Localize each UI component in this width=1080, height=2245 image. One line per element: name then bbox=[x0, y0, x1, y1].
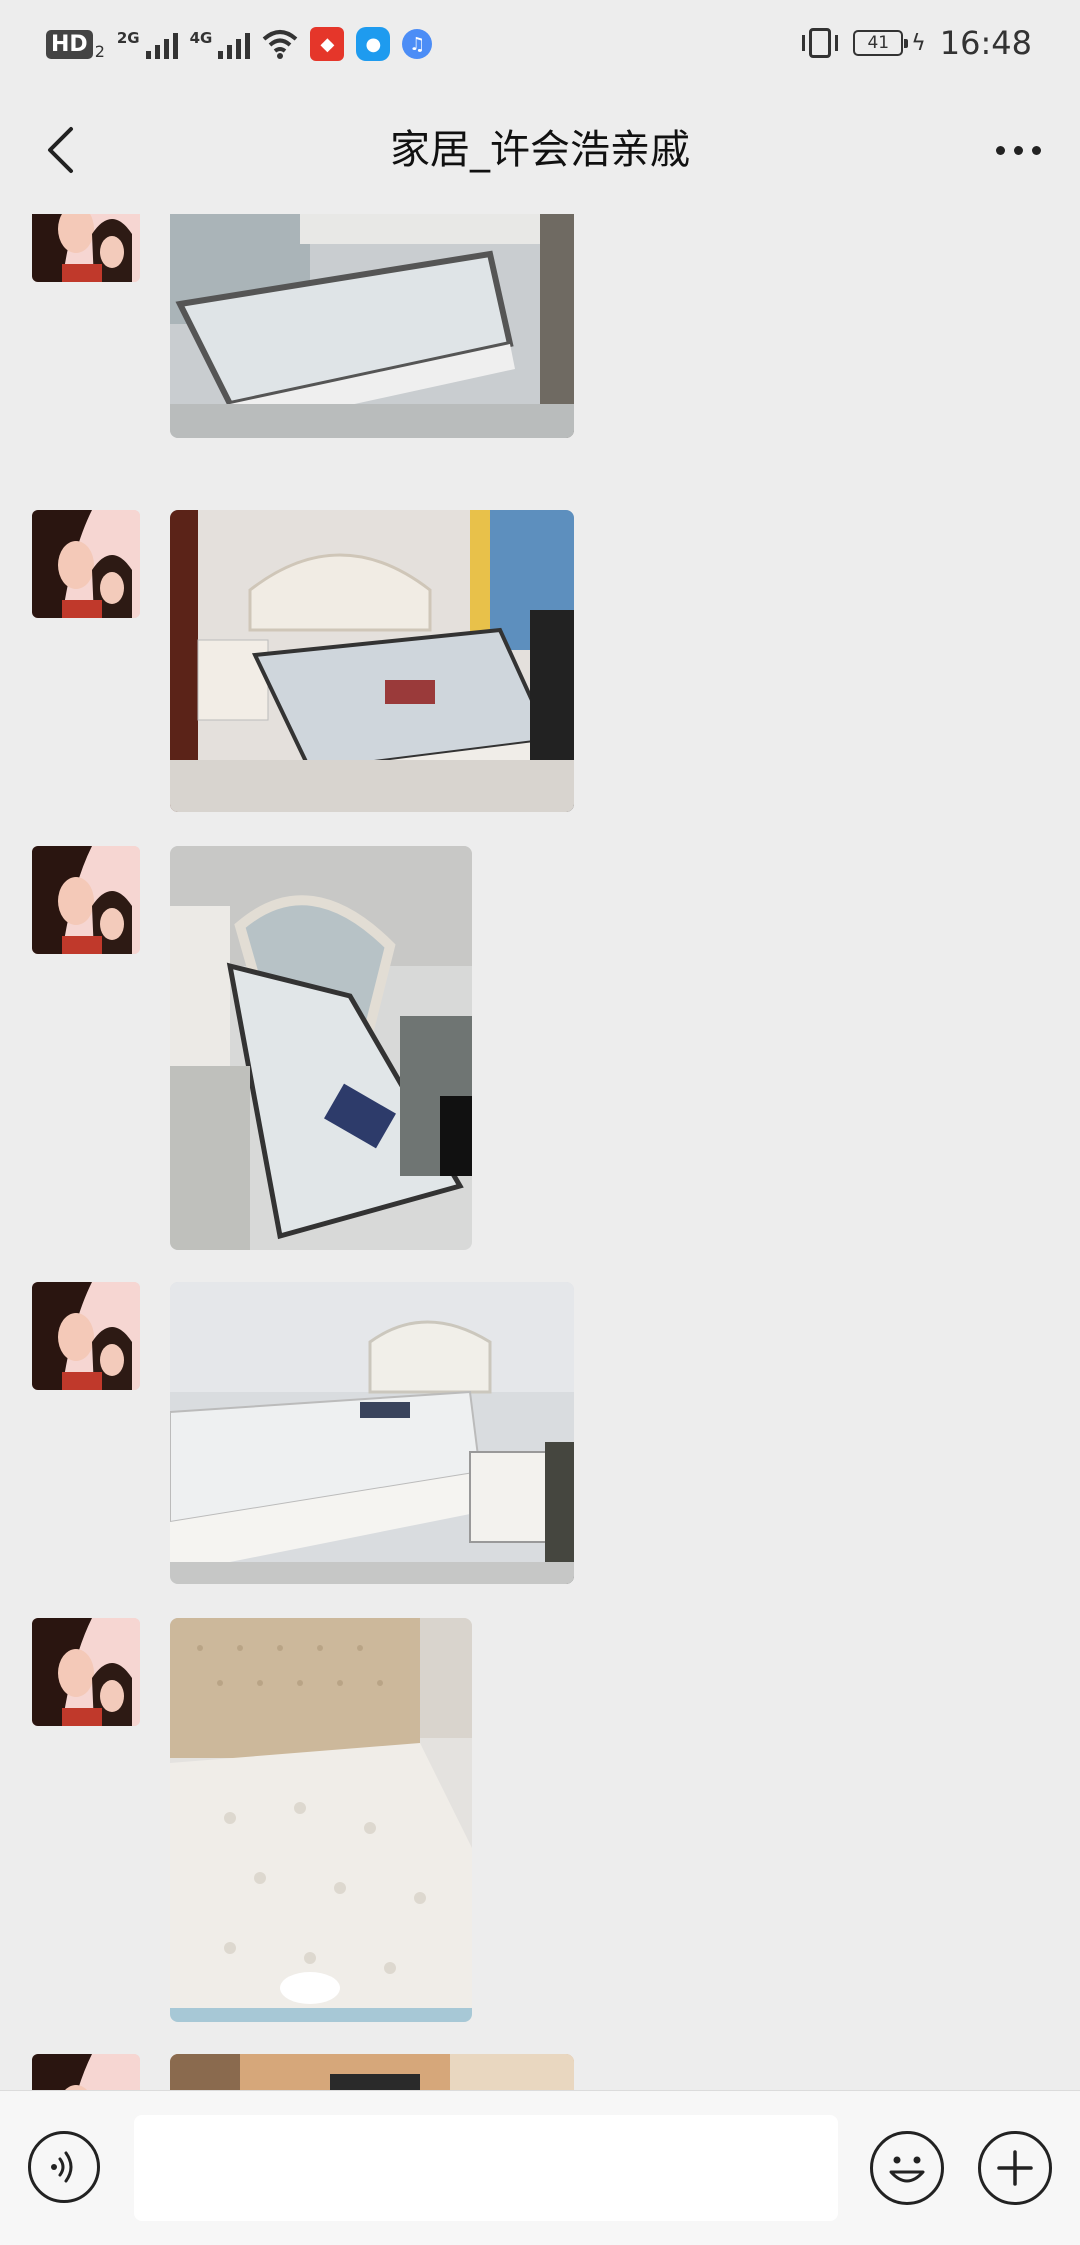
back-button[interactable] bbox=[28, 118, 92, 182]
signal-icon: 2G bbox=[117, 29, 178, 59]
chat-message-list[interactable] bbox=[0, 214, 1080, 2090]
network-type-label: 4G bbox=[189, 29, 213, 47]
avatar[interactable] bbox=[32, 2054, 140, 2090]
emoji-button[interactable] bbox=[870, 2131, 944, 2205]
chat-header: 家居_许会浩亲戚 bbox=[0, 86, 1080, 214]
network-type-label: 2G bbox=[116, 29, 140, 47]
avatar[interactable] bbox=[32, 846, 140, 954]
hd-indicator: HD bbox=[46, 29, 93, 59]
emoji-icon bbox=[889, 2156, 925, 2183]
hd-sim-number: 2 bbox=[94, 41, 105, 61]
more-button[interactable] bbox=[986, 118, 1050, 182]
music-icon: ♫ bbox=[402, 29, 433, 59]
voice-button[interactable] bbox=[28, 2131, 100, 2203]
message-input-bar bbox=[0, 2090, 1080, 2245]
image-message[interactable] bbox=[170, 1618, 472, 2022]
status-right: 41 ϟ 16:48 bbox=[802, 18, 1032, 68]
more-icon bbox=[995, 145, 1005, 155]
image-message[interactable] bbox=[170, 2054, 574, 2090]
wifi-icon bbox=[262, 29, 298, 59]
app-notification-icon: ● bbox=[356, 27, 391, 61]
status-left: HD 2 2G 4G ◆ ● ♫ bbox=[46, 22, 433, 66]
app-notification-icon: ◆ bbox=[310, 27, 345, 61]
image-message[interactable] bbox=[170, 846, 472, 1250]
plus-button[interactable] bbox=[978, 2131, 1052, 2205]
chat-title: 家居_许会浩亲戚 bbox=[390, 127, 690, 173]
avatar[interactable] bbox=[32, 1618, 140, 1726]
image-message[interactable] bbox=[170, 1282, 574, 1584]
status-bar: HD 2 2G 4G ◆ ● ♫ 41 ϟ 16:48 bbox=[0, 0, 1080, 86]
avatar[interactable] bbox=[32, 1282, 140, 1390]
message-text-input[interactable] bbox=[134, 2115, 838, 2221]
image-message[interactable] bbox=[170, 214, 574, 438]
avatar[interactable] bbox=[32, 214, 140, 282]
charging-icon: ϟ bbox=[911, 30, 926, 56]
battery-icon: 41 bbox=[853, 30, 909, 56]
chevron-left-icon bbox=[48, 127, 73, 173]
avatar[interactable] bbox=[32, 510, 140, 618]
clock: 16:48 bbox=[939, 24, 1032, 62]
voice-icon bbox=[51, 2151, 73, 2183]
plus-icon bbox=[997, 2150, 1033, 2186]
image-message[interactable] bbox=[170, 510, 574, 812]
signal-icon: 4G bbox=[190, 29, 251, 59]
vibrate-icon bbox=[802, 28, 839, 58]
